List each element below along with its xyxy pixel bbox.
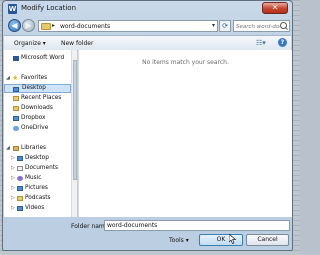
folder-icon: [41, 23, 51, 30]
collapse-arrow-icon[interactable]: ◢: [6, 74, 10, 83]
expand-arrow-icon[interactable]: ▷: [11, 194, 15, 203]
sidebar-header-libraries[interactable]: ◢ Libraries: [4, 144, 71, 153]
refresh-button[interactable]: ⟳: [219, 20, 231, 32]
sidebar-item-label: OneDrive: [21, 125, 49, 131]
tools-dropdown[interactable]: Tools ▾: [169, 237, 189, 244]
expand-arrow-icon[interactable]: ▷: [11, 154, 15, 163]
expand-arrow-icon[interactable]: ▷: [11, 174, 15, 183]
search-input[interactable]: [236, 22, 280, 31]
command-toolbar: Organize ▾ New folder ☷▾ ?: [4, 35, 291, 51]
address-bar[interactable]: ▸ word-documents ▾: [38, 20, 218, 32]
pictures-icon: [17, 186, 23, 191]
sidebar-item-music[interactable]: ▷ Music: [4, 174, 71, 183]
sidebar-item-label: Microsoft Word: [21, 55, 65, 61]
sidebar-item-dropbox[interactable]: Dropbox: [4, 114, 71, 123]
sidebar-item-lib-desktop[interactable]: ▷ Desktop: [4, 154, 71, 163]
mouse-cursor-icon: [229, 234, 236, 244]
sidebar-item-microsoft-word[interactable]: Microsoft Word: [4, 54, 71, 63]
onedrive-icon: [13, 126, 19, 131]
scrollbar-thumb[interactable]: [73, 60, 77, 180]
address-path[interactable]: word-documents: [60, 23, 110, 30]
empty-results-message: No items match your search.: [142, 59, 229, 66]
videos-icon: [17, 206, 23, 211]
close-icon: ✕: [271, 3, 279, 12]
sidebar-item-label: Music: [25, 175, 42, 181]
folder-name-input[interactable]: [104, 220, 290, 231]
ok-button[interactable]: OK: [199, 234, 243, 246]
sidebar-item-label: Desktop: [22, 85, 46, 91]
music-icon: [17, 176, 23, 181]
organize-button[interactable]: Organize ▾: [14, 40, 46, 47]
expand-arrow-icon[interactable]: ▷: [11, 184, 15, 193]
close-button[interactable]: ✕: [262, 2, 288, 14]
forward-arrow-icon: ▶: [25, 21, 32, 30]
chevron-down-icon[interactable]: ▾: [212, 22, 215, 29]
back-button[interactable]: ◀: [8, 19, 21, 32]
sidebar-item-label: Desktop: [25, 155, 49, 161]
dialog-title: Modify Location: [21, 4, 77, 12]
chevron-right-icon[interactable]: ▸: [52, 22, 55, 29]
forward-button[interactable]: ▶: [22, 19, 35, 32]
navigation-bar: ◀ ▶ ▸ word-documents ▾ ⟳: [3, 17, 292, 35]
title-bar: W Modify Location ✕: [3, 1, 292, 17]
sidebar-item-pictures[interactable]: ▷ Pictures: [4, 184, 71, 193]
podcasts-icon: [17, 196, 23, 201]
downloads-icon: [13, 106, 19, 111]
sidebar-item-label: Downloads: [21, 105, 53, 111]
cancel-button[interactable]: Cancel: [246, 234, 289, 246]
navigation-pane: Microsoft Word ◢ ★ Favorites Desktop Rec…: [4, 50, 77, 217]
refresh-icon: ⟳: [222, 22, 228, 30]
dialog-footer: Folder name: Tools ▾ OK Cancel: [3, 218, 292, 251]
sidebar-item-podcasts[interactable]: ▷ Podcasts: [4, 194, 71, 203]
desktop-icon: [17, 156, 23, 161]
recent-places-icon: [13, 96, 19, 101]
word-icon: [13, 56, 19, 61]
sidebar-item-label: Pictures: [25, 185, 48, 191]
libraries-icon: [13, 146, 19, 151]
modify-location-dialog: W Modify Location ✕ ◀ ▶ ▸ word-documents…: [2, 0, 293, 251]
sidebar-item-label: Dropbox: [21, 115, 46, 121]
sidebar-item-onedrive[interactable]: OneDrive: [4, 124, 71, 133]
view-options-icon[interactable]: ☷▾: [256, 39, 266, 47]
sidebar-item-label: Libraries: [21, 145, 47, 151]
desktop-icon: [13, 87, 19, 92]
star-icon: ★: [12, 74, 19, 82]
sidebar-item-desktop[interactable]: Desktop: [4, 84, 71, 93]
back-arrow-icon: ◀: [11, 21, 18, 30]
expand-arrow-icon[interactable]: ▷: [11, 164, 15, 173]
sidebar-item-label: Favorites: [21, 75, 48, 81]
sidebar-item-label: Documents: [25, 165, 59, 171]
new-folder-button[interactable]: New folder: [61, 40, 93, 47]
sidebar-header-favorites[interactable]: ◢ ★ Favorites: [4, 74, 71, 83]
search-box[interactable]: [233, 20, 290, 32]
sidebar-item-label: Recent Places: [21, 95, 62, 101]
word-app-icon: W: [8, 4, 17, 14]
sidebar-item-videos[interactable]: ▷ Videos: [4, 204, 71, 213]
sidebar-item-label: Podcasts: [25, 195, 51, 201]
dropbox-icon: [13, 116, 19, 121]
collapse-arrow-icon[interactable]: ◢: [6, 144, 10, 153]
sidebar-item-recent-places[interactable]: Recent Places: [4, 94, 71, 103]
file-list-area[interactable]: No items match your search.: [78, 50, 292, 217]
sidebar-scrollbar[interactable]: [71, 50, 77, 217]
sidebar-item-label: Videos: [25, 205, 45, 211]
sidebar-item-downloads[interactable]: Downloads: [4, 104, 71, 113]
sidebar-item-documents[interactable]: ▷ Documents: [4, 164, 71, 173]
search-icon[interactable]: [280, 22, 287, 29]
documents-icon: [17, 166, 23, 171]
expand-arrow-icon[interactable]: ▷: [11, 204, 15, 213]
help-icon[interactable]: ?: [278, 38, 287, 47]
